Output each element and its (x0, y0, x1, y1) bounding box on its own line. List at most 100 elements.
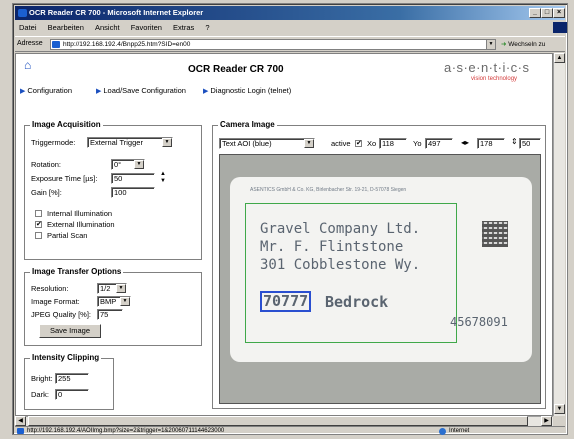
aoi-value: Text AOI (blue) (222, 139, 272, 148)
jpeg-quality-label: JPEG Quality [%]: (31, 310, 92, 319)
internal-illumination-label: Internal Illumination (47, 209, 113, 218)
vertical-scrollbar[interactable]: ▲ ▼ (553, 53, 565, 416)
camera-image-legend: Camera Image (218, 120, 277, 129)
external-illumination-checkbox[interactable]: ✔ (35, 221, 42, 228)
menu-ansicht[interactable]: Ansicht (95, 23, 120, 32)
globe-icon (439, 428, 446, 435)
bright-input[interactable]: 255 (55, 373, 89, 384)
resolution-value: 1/2 (100, 284, 111, 293)
maximize-button[interactable]: □ (541, 8, 553, 18)
rotation-select[interactable]: 0° ▼ (111, 159, 145, 170)
internal-illumination-checkbox[interactable] (35, 210, 42, 217)
card-number: 45678091 (450, 315, 508, 329)
image-acquisition-panel: Image Acquisition Triggermode: External … (24, 120, 202, 260)
go-label: Wechseln zu (508, 41, 546, 48)
chevron-down-icon: ▼ (120, 297, 130, 306)
image-format-select[interactable]: BMP ▼ (97, 296, 131, 307)
active-checkbox[interactable]: ✔ (355, 140, 362, 147)
triggermode-select[interactable]: External Trigger ▼ (87, 137, 173, 148)
aoi-select[interactable]: Text AOI (blue) ▼ (219, 138, 315, 149)
nav-load-save[interactable]: ▶ Load/Save Configuration (96, 86, 186, 95)
address-bar: Adresse http://192.168.192.4/Bnpp25.htm?… (15, 36, 565, 52)
home-icon[interactable]: ⌂ (24, 59, 35, 71)
menu-extras[interactable]: Extras (173, 23, 194, 32)
scroll-right-icon[interactable]: ▶ (541, 416, 552, 426)
width-arrow-icon: ◂▸ (461, 138, 470, 147)
rotation-value: 0° (114, 160, 122, 169)
triggermode-value: External Trigger (90, 138, 143, 147)
triggermode-label: Triggermode: (31, 138, 76, 147)
address-input[interactable]: http://192.168.192.4/Bnpp25.htm?SID=en00… (50, 39, 496, 50)
dark-input[interactable]: 0 (55, 389, 89, 400)
chevron-down-icon: ▼ (162, 138, 172, 147)
nav-arrow-icon: ▶ (20, 88, 26, 95)
ocr-zip-box: 70777 (260, 291, 312, 312)
menu-help[interactable]: ? (205, 23, 209, 32)
nav-label: Load/Save Configuration (103, 86, 186, 95)
height-input[interactable]: 50 (519, 138, 541, 149)
width-input[interactable]: 178 (477, 138, 505, 149)
logo-subtitle: vision technology (471, 76, 518, 82)
partial-scan-label: Partial Scan (47, 231, 88, 240)
jpeg-quality-input[interactable]: 75 (97, 309, 123, 320)
card-header: ASENTICS GmbH & Co. KG, Birlenbacher Str… (250, 187, 407, 193)
image-transfer-legend: Image Transfer Options (30, 267, 124, 276)
page-title: OCR Reader CR 700 (188, 64, 284, 75)
nav-arrow-icon: ▶ (96, 88, 102, 95)
exposure-input[interactable]: 50 (111, 173, 155, 184)
horizontal-scrollbar[interactable]: ◀ ▶ (15, 416, 553, 426)
xo-label: Xo (367, 139, 377, 148)
scroll-down-icon[interactable]: ▼ (554, 404, 565, 414)
nav-label: Configuration (27, 86, 73, 95)
title-bar: OCR Reader CR 700 - Microsoft Internet E… (15, 6, 565, 20)
xo-input[interactable]: 118 (379, 138, 407, 149)
chevron-down-icon: ▼ (134, 160, 144, 169)
scroll-thumb[interactable] (28, 416, 528, 426)
status-bar: http://192.168.192.4/AOIImg.bmp?size=2&t… (15, 426, 565, 435)
chevron-down-icon: ▼ (304, 139, 314, 148)
resolution-select[interactable]: 1/2 ▼ (97, 283, 127, 294)
card-line-3: 301 Cobblestone Wy. (260, 257, 421, 273)
card-line-1: Gravel Company Ltd. (260, 221, 421, 237)
image-transfer-panel: Image Transfer Options Resolution: 1/2 ▼… (24, 267, 202, 346)
scroll-up-icon[interactable]: ▲ (554, 53, 565, 63)
menu-favoriten[interactable]: Favoriten (131, 23, 162, 32)
external-illumination-label: External Illumination (47, 220, 115, 229)
bright-label: Bright: (31, 374, 53, 383)
active-label: active (331, 139, 351, 148)
menu-bar: Datei Bearbeiten Ansicht Favoriten Extra… (15, 21, 567, 34)
menu-datei[interactable]: Datei (19, 23, 37, 32)
save-image-button[interactable]: Save Image (39, 324, 101, 338)
address-url: http://192.168.192.4/Bnpp25.htm?SID=en00 (63, 41, 191, 48)
address-label: Adresse (17, 40, 43, 47)
scroll-left-icon[interactable]: ◀ (15, 416, 26, 426)
exposure-stepper[interactable]: ▲ ▼ (159, 171, 167, 186)
page-content: ⌂ OCR Reader CR 700 a·s·e·n·t·i·c·s visi… (15, 53, 553, 416)
close-button[interactable]: × (553, 8, 565, 18)
dark-label: Dark: (31, 390, 49, 399)
height-arrow-icon: ⇕ (511, 137, 518, 146)
nav-configuration[interactable]: ▶ Configuration (20, 86, 72, 95)
windows-logo-icon (553, 22, 567, 33)
go-button[interactable]: ➜ Wechseln zu (501, 40, 545, 48)
menu-bearbeiten[interactable]: Bearbeiten (48, 23, 84, 32)
rotation-label: Rotation: (31, 160, 62, 169)
nav-arrow-icon: ▶ (203, 88, 209, 95)
camera-image[interactable]: ASENTICS GmbH & Co. KG, Birlenbacher Str… (219, 154, 541, 404)
resolution-label: Resolution: (31, 284, 69, 293)
nav-diagnostic-login[interactable]: ▶ Diagnostic Login (telnet) (203, 86, 291, 95)
intensity-clipping-panel: Intensity Clipping Bright: 255 Dark: 0 (24, 353, 114, 410)
partial-scan-checkbox[interactable] (35, 232, 42, 239)
gain-label: Gain [%]: (31, 188, 62, 197)
exposure-label: Exposure Time [µs]: (31, 174, 98, 183)
nav-label: Diagnostic Login (telnet) (210, 86, 292, 95)
yo-input[interactable]: 497 (425, 138, 453, 149)
address-dropdown-icon[interactable]: ▼ (486, 40, 495, 49)
go-arrow-icon: ➜ (501, 41, 507, 48)
image-acquisition-legend: Image Acquisition (30, 120, 103, 129)
intensity-clipping-legend: Intensity Clipping (30, 353, 102, 362)
gain-input[interactable]: 100 (111, 187, 155, 198)
minimize-button[interactable]: _ (529, 8, 541, 18)
address-card: ASENTICS GmbH & Co. KG, Birlenbacher Str… (230, 177, 532, 362)
browser-window: OCR Reader CR 700 - Microsoft Internet E… (12, 3, 568, 435)
